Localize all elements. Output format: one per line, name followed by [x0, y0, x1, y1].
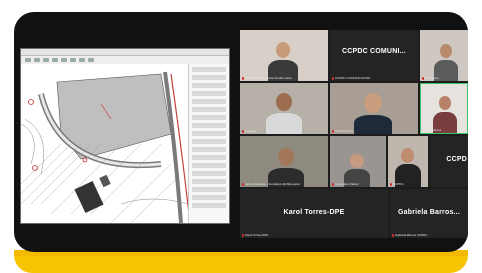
video-call-card: CCPDC Trinh Antónia Teofilo Calvo CCPDC … — [14, 12, 468, 252]
panel-row[interactable] — [192, 83, 226, 88]
participant-face — [401, 148, 414, 163]
cad-tool-icon[interactable] — [70, 58, 76, 62]
mic-muted-icon — [242, 182, 244, 186]
cad-tool-icon[interactable] — [25, 58, 31, 62]
participant-name: CCPDC Trinh Antónia Teofilo Calvo — [245, 76, 292, 80]
mic-muted-icon — [332, 76, 334, 80]
participant-tile[interactable]: Félix Cabrera — [420, 83, 468, 134]
participant-name: Pía Idrovo — [425, 76, 439, 80]
participant-face — [364, 93, 382, 113]
participant-face — [439, 96, 451, 110]
participant-name: CCPDC COMUNICACION — [335, 76, 371, 80]
participant-body — [354, 115, 392, 134]
cad-shared-screen[interactable] — [20, 48, 230, 224]
participant-name: Félix Cabrera — [423, 128, 442, 132]
mic-muted-icon — [242, 129, 244, 133]
participant-tile[interactable]: CCPDC COMUNI... CCPDC COMUNICACION — [330, 30, 418, 81]
participant-tile[interactable]: CCPDC Trinh Antónia Teofilo Calvo — [240, 30, 328, 81]
participant-name: CCPDC — [393, 182, 404, 186]
panel-row[interactable] — [192, 147, 226, 152]
panel-row[interactable] — [192, 195, 226, 200]
participant-display-name: CCPDC COMUNI... — [341, 48, 407, 55]
cad-tool-icon[interactable] — [79, 58, 85, 62]
participant-name: Gerardo — [245, 129, 257, 133]
participant-tile[interactable]: CCPDC Caro — [330, 83, 418, 134]
panel-row[interactable] — [192, 187, 226, 192]
panel-row[interactable] — [192, 107, 226, 112]
cad-tool-icon[interactable] — [61, 58, 67, 62]
participant-display-name: CCPD — [446, 156, 467, 163]
panel-row[interactable] — [192, 67, 226, 72]
panel-row[interactable] — [192, 75, 226, 80]
participants-grid: CCPDC Trinh Antónia Teofilo Calvo CCPDC … — [240, 30, 468, 238]
panel-row[interactable] — [192, 179, 226, 184]
participant-face — [350, 154, 364, 168]
mic-muted-icon — [422, 76, 424, 80]
panel-row[interactable] — [192, 123, 226, 128]
panel-row[interactable] — [192, 155, 226, 160]
participant-name: Jaime Carrasco - Fundación El Bienestar — [245, 182, 300, 186]
participant-tile[interactable]: CCPDC — [388, 136, 428, 187]
panel-row[interactable] — [192, 171, 226, 176]
cad-titlebar — [21, 49, 229, 56]
participant-face — [276, 42, 290, 58]
cad-properties-panel[interactable] — [188, 64, 229, 223]
cad-tool-icon[interactable] — [43, 58, 49, 62]
mic-muted-icon — [242, 233, 244, 237]
participant-tile[interactable]: Gerardo — [240, 83, 328, 134]
participant-tile[interactable]: Karol Torres-DPE Karol Torres-DPE — [240, 189, 388, 238]
participant-tile[interactable]: CCPD — [430, 136, 468, 187]
panel-row[interactable] — [192, 131, 226, 136]
mic-muted-icon — [332, 129, 334, 133]
panel-row[interactable] — [192, 139, 226, 144]
participant-body — [266, 113, 302, 134]
participant-face — [276, 93, 292, 111]
panel-row[interactable] — [192, 163, 226, 168]
participant-face — [440, 44, 452, 58]
participant-tile[interactable]: Gabriela Barros... Gabriela Barros CCPDC — [390, 189, 468, 238]
participant-name: Gabriela Barros CCPDC — [395, 233, 428, 237]
participant-tile[interactable]: Jaime Carrasco - Fundación El Bienestar — [240, 136, 328, 187]
panel-row[interactable] — [192, 91, 226, 96]
panel-row[interactable] — [192, 99, 226, 104]
mic-muted-icon — [392, 233, 394, 237]
mic-muted-icon — [242, 76, 244, 80]
participant-name: CCPDC Caro — [335, 129, 354, 133]
cad-tool-icon[interactable] — [88, 58, 94, 62]
participant-tile[interactable]: Pía Idrovo — [420, 30, 468, 81]
participant-name: Karol Torres-DPE — [245, 233, 269, 237]
mic-muted-icon — [332, 182, 334, 186]
participant-display-name: Karol Torres-DPE — [283, 209, 345, 216]
cad-tool-icon[interactable] — [52, 58, 58, 62]
participant-display-name: Gabriela Barros... — [398, 209, 460, 216]
panel-row[interactable] — [192, 203, 226, 208]
cad-tool-icon[interactable] — [34, 58, 40, 62]
participant-name: Fernanda Chávez — [335, 182, 359, 186]
mic-muted-icon — [390, 182, 392, 186]
participant-tile[interactable]: Fernanda Chávez — [330, 136, 386, 187]
cad-drawing-canvas[interactable] — [21, 64, 189, 223]
yellow-accent-band — [14, 250, 468, 273]
panel-row[interactable] — [192, 115, 226, 120]
participant-face — [278, 148, 294, 166]
